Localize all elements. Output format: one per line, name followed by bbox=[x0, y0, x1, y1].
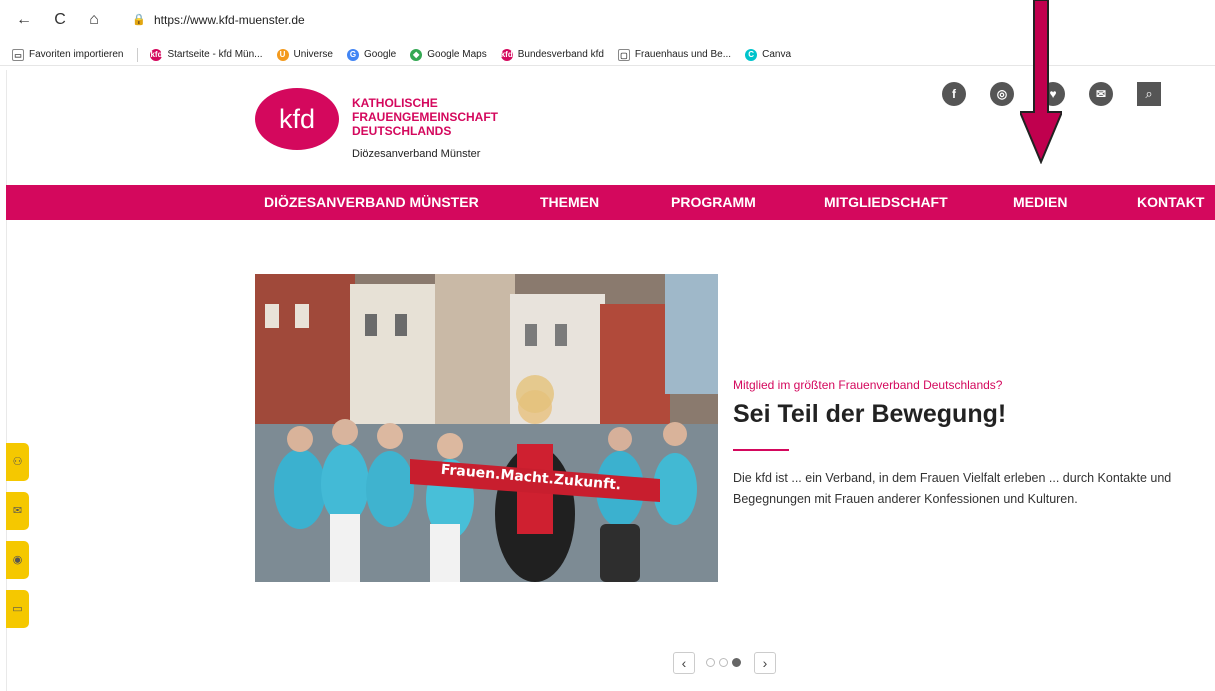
org-name-line2: FRAUENGEMEINSCHAFT bbox=[352, 110, 498, 124]
slider-dot-2[interactable] bbox=[719, 658, 728, 667]
bookmark-icon: U bbox=[276, 48, 289, 61]
org-subtitle: Diözesanverband Münster bbox=[352, 148, 481, 160]
users-icon[interactable]: ⚇ bbox=[6, 443, 29, 481]
reload-icon[interactable]: C bbox=[50, 10, 70, 30]
bookmark-item[interactable]: ▭ Favoriten importieren bbox=[12, 48, 124, 61]
bookmark-item[interactable]: kfd Startseite - kfd Mün... bbox=[150, 48, 263, 61]
bookmark-label: Google bbox=[364, 49, 397, 60]
facebook-icon[interactable]: f bbox=[942, 82, 966, 106]
search-icon[interactable]: ⌕ bbox=[1137, 82, 1161, 106]
bookmark-icon: kfd bbox=[500, 48, 513, 61]
home-icon[interactable]: ⌂ bbox=[84, 10, 104, 30]
bookmark-label: Startseite - kfd Mün... bbox=[167, 49, 263, 60]
annotation-arrow-icon bbox=[1020, 0, 1062, 164]
hero-image: Frauen.Macht.Zukunft. bbox=[255, 274, 718, 582]
slider-dot-1[interactable] bbox=[706, 658, 715, 667]
hero-teaser: Mitglied im größten Frauenverband Deutsc… bbox=[733, 378, 1003, 392]
bookmark-label: Frauenhaus und Be... bbox=[634, 49, 732, 60]
back-icon[interactable]: ← bbox=[14, 10, 34, 30]
nav-item-programm[interactable]: PROGRAMM bbox=[671, 185, 756, 220]
instagram-icon[interactable]: ◎ bbox=[990, 82, 1014, 106]
bookmark-icon: C bbox=[745, 48, 758, 61]
slider-next-button[interactable]: › bbox=[754, 652, 776, 674]
bookmark-icon: ◆ bbox=[410, 48, 423, 61]
bookmark-icon: kfd bbox=[150, 48, 163, 61]
bookmark-icon: ▢ bbox=[617, 48, 630, 61]
bookmark-icon: G bbox=[347, 48, 359, 61]
bookmark-item[interactable]: G Google bbox=[347, 48, 397, 61]
bookmark-separator bbox=[137, 47, 139, 62]
nav-item-medien[interactable]: MEDIEN bbox=[1013, 185, 1067, 220]
webpage: kfd KATHOLISCHE FRAUENGEMEINSCHAFT DEUTS… bbox=[0, 0, 1215, 691]
slider-dot-3[interactable] bbox=[732, 658, 741, 667]
bookmark-item[interactable]: kfd Bundesverband kfd bbox=[500, 48, 604, 61]
main-nav: DIÖZESANVERBAND MÜNSTER THEMEN PROGRAMM … bbox=[6, 185, 1215, 220]
location-icon[interactable]: ◉ bbox=[6, 541, 29, 579]
hero-description: Die kfd ist ... ein Verband, in dem Frau… bbox=[733, 471, 1172, 506]
newsletter-icon[interactable]: ✉ bbox=[6, 492, 29, 530]
bookmark-item[interactable]: ◆ Google Maps bbox=[410, 48, 487, 61]
nav-item-dioezesanverband[interactable]: DIÖZESANVERBAND MÜNSTER bbox=[264, 185, 479, 220]
org-name[interactable]: KATHOLISCHE FRAUENGEMEINSCHAFT DEUTSCHLA… bbox=[352, 96, 498, 138]
kfd-logo[interactable]: kfd bbox=[255, 88, 339, 150]
bookmark-icon: ▭ bbox=[12, 48, 24, 61]
org-name-line3: DEUTSCHLANDS bbox=[352, 124, 452, 138]
bookmark-label: Canva bbox=[762, 49, 791, 60]
lock-icon: 🔒 bbox=[132, 14, 146, 26]
hero-divider bbox=[733, 449, 789, 451]
bookmark-label: Universe bbox=[293, 49, 333, 60]
nav-item-themen[interactable]: THEMEN bbox=[540, 185, 599, 220]
newsletter-icon[interactable]: ✉ bbox=[1089, 82, 1113, 106]
book-icon[interactable]: ▭ bbox=[6, 590, 29, 628]
nav-item-mitgliedschaft[interactable]: MITGLIEDSCHAFT bbox=[824, 185, 948, 220]
nav-item-kontakt[interactable]: KONTAKT bbox=[1137, 185, 1204, 220]
address-url[interactable]: https://www.kfd-muenster.de bbox=[154, 13, 305, 27]
address-bar[interactable]: 🔒 https://www.kfd-muenster.de bbox=[118, 9, 598, 31]
bookmark-label: Favoriten importieren bbox=[29, 49, 124, 60]
bookmark-item[interactable]: U Universe bbox=[276, 48, 333, 61]
bookmark-item[interactable]: ▢ Frauenhaus und Be... bbox=[617, 48, 732, 61]
parade-photo: Frauen.Macht.Zukunft. bbox=[255, 274, 718, 582]
org-name-line1: KATHOLISCHE bbox=[352, 96, 438, 110]
bookmark-label: Bundesverband kfd bbox=[517, 49, 604, 60]
bookmark-item[interactable]: C Canva bbox=[745, 48, 791, 61]
slider-prev-button[interactable]: ‹ bbox=[673, 652, 695, 674]
hero-title: Sei Teil der Bewegung! bbox=[733, 400, 1007, 428]
bookmark-label: Google Maps bbox=[427, 49, 487, 60]
